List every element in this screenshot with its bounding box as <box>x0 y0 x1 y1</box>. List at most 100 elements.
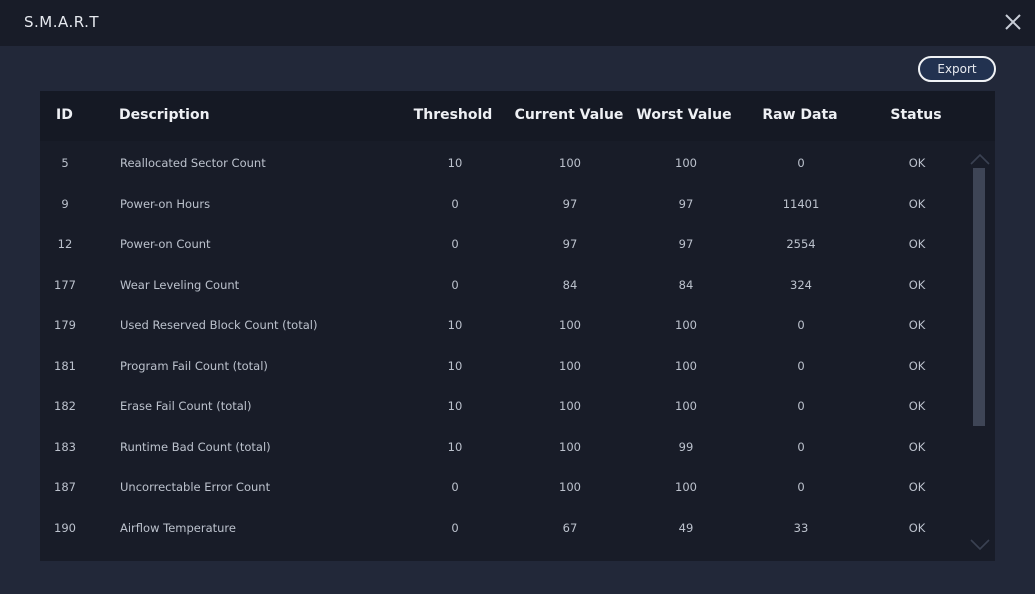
cell-threshold: 0 <box>451 196 459 211</box>
column-header-raw-data[interactable]: Raw Data <box>762 107 837 123</box>
cell-threshold: 0 <box>451 277 459 292</box>
cell-description: Power-on Hours <box>120 196 211 211</box>
table-row[interactable]: 182 Erase Fail Count (total) 10 100 100 0 OK <box>40 386 965 427</box>
cell-threshold: 0 <box>451 520 459 535</box>
table-row[interactable]: 190 Airflow Temperature 0 67 49 33 OK <box>40 508 965 549</box>
cell-description: Reallocated Sector Count <box>120 156 266 171</box>
cell-worst-value: 100 <box>675 156 697 171</box>
chevron-up-icon <box>970 153 990 165</box>
cell-threshold: 10 <box>447 318 463 333</box>
export-button[interactable]: Export <box>918 56 996 82</box>
close-x-icon <box>1005 14 1021 30</box>
cell-description: Erase Fail Count (total) <box>120 399 252 414</box>
column-header-worst-value[interactable]: Worst Value <box>636 107 731 123</box>
cell-threshold: 10 <box>447 156 463 171</box>
cell-status: OK <box>908 156 926 171</box>
cell-current-value: 84 <box>562 277 578 292</box>
cell-status: OK <box>908 196 926 211</box>
cell-status: OK <box>908 480 926 495</box>
cell-status: OK <box>908 277 926 292</box>
cell-raw-data: 324 <box>790 277 812 292</box>
cell-description: Power-on Count <box>120 237 211 252</box>
cell-current-value: 100 <box>559 358 581 373</box>
cell-id: 190 <box>54 520 76 535</box>
cell-raw-data: 0 <box>797 480 805 495</box>
scrollbar-track[interactable] <box>973 168 985 532</box>
cell-raw-data: 0 <box>797 439 805 454</box>
chevron-down-icon <box>970 539 990 551</box>
cell-worst-value: 100 <box>675 399 697 414</box>
cell-status: OK <box>908 237 926 252</box>
cell-status: OK <box>908 439 926 454</box>
table-body: 5 Reallocated Sector Count 10 100 100 0 OK 9 Pow… <box>40 141 995 561</box>
cell-current-value: 97 <box>562 196 578 211</box>
cell-current-value: 97 <box>562 237 578 252</box>
smart-table: ID Description Threshold Current Value W… <box>40 91 995 561</box>
cell-worst-value: 49 <box>678 520 694 535</box>
table-row[interactable]: 183 Runtime Bad Count (total) 10 100 99 0 OK <box>40 427 965 468</box>
column-header-id[interactable]: ID <box>56 107 73 123</box>
table-row[interactable]: 177 Wear Leveling Count 0 84 84 324 OK <box>40 265 965 306</box>
column-header-current-value[interactable]: Current Value <box>515 107 624 123</box>
cell-current-value: 100 <box>559 399 581 414</box>
cell-description: Uncorrectable Error Count <box>120 480 271 495</box>
cell-id: 183 <box>54 439 76 454</box>
table-row[interactable]: 9 Power-on Hours 0 97 97 11401 OK <box>40 184 965 225</box>
cell-raw-data: 11401 <box>782 196 820 211</box>
cell-current-value: 100 <box>559 439 581 454</box>
cell-threshold: 10 <box>447 439 463 454</box>
cell-id: 181 <box>54 358 76 373</box>
table-row[interactable]: 5 Reallocated Sector Count 10 100 100 0 OK <box>40 143 965 184</box>
cell-description: Program Fail Count (total) <box>120 358 268 373</box>
cell-raw-data: 0 <box>797 399 805 414</box>
column-header-threshold[interactable]: Threshold <box>414 107 493 123</box>
cell-worst-value: 97 <box>678 237 694 252</box>
table-row[interactable]: 187 Uncorrectable Error Count 0 100 100 0 OK <box>40 467 965 508</box>
cell-current-value: 67 <box>562 520 578 535</box>
cell-description: Wear Leveling Count <box>120 277 240 292</box>
cell-raw-data: 0 <box>797 318 805 333</box>
cell-threshold: 0 <box>451 237 459 252</box>
cell-raw-data: 33 <box>793 520 809 535</box>
cell-description: Used Reserved Block Count (total) <box>120 318 318 333</box>
cell-raw-data: 0 <box>797 156 805 171</box>
cell-id: 179 <box>54 318 76 333</box>
cell-current-value: 100 <box>559 318 581 333</box>
scroll-up-button[interactable] <box>969 151 991 165</box>
table-row[interactable]: 181 Program Fail Count (total) 10 100 100 0 OK <box>40 346 965 387</box>
cell-status: OK <box>908 520 926 535</box>
cell-status: OK <box>908 318 926 333</box>
cell-id: 12 <box>57 237 73 252</box>
close-button[interactable] <box>1001 10 1025 34</box>
table-row[interactable]: 179 Used Reserved Block Count (total) 10 10… <box>40 305 965 346</box>
scrollbar-thumb[interactable] <box>973 168 985 427</box>
cell-raw-data: 0 <box>797 358 805 373</box>
cell-current-value: 100 <box>559 480 581 495</box>
cell-id: 5 <box>61 156 69 171</box>
cell-status: OK <box>908 399 926 414</box>
cell-id: 182 <box>54 399 76 414</box>
cell-threshold: 10 <box>447 358 463 373</box>
cell-threshold: 10 <box>447 399 463 414</box>
cell-worst-value: 99 <box>678 439 694 454</box>
cell-worst-value: 100 <box>675 480 697 495</box>
cell-threshold: 0 <box>451 480 459 495</box>
table-header: ID Description Threshold Current Value W… <box>40 91 995 141</box>
cell-id: 177 <box>54 277 76 292</box>
cell-worst-value: 84 <box>678 277 694 292</box>
window-title: S.M.A.R.T <box>24 13 100 31</box>
cell-id: 187 <box>54 480 76 495</box>
cell-description: Runtime Bad Count (total) <box>120 439 271 454</box>
title-bar: S.M.A.R.T <box>0 0 1035 46</box>
cell-worst-value: 100 <box>675 358 697 373</box>
cell-status: OK <box>908 358 926 373</box>
cell-worst-value: 100 <box>675 318 697 333</box>
scroll-down-button[interactable] <box>969 537 991 551</box>
cell-raw-data: 2554 <box>786 237 816 252</box>
cell-worst-value: 97 <box>678 196 694 211</box>
table-row[interactable]: 12 Power-on Count 0 97 97 2554 OK <box>40 224 965 265</box>
cell-description: Airflow Temperature <box>120 520 236 535</box>
column-header-status[interactable]: Status <box>890 107 941 123</box>
column-header-description[interactable]: Description <box>119 107 210 123</box>
cell-current-value: 100 <box>559 156 581 171</box>
